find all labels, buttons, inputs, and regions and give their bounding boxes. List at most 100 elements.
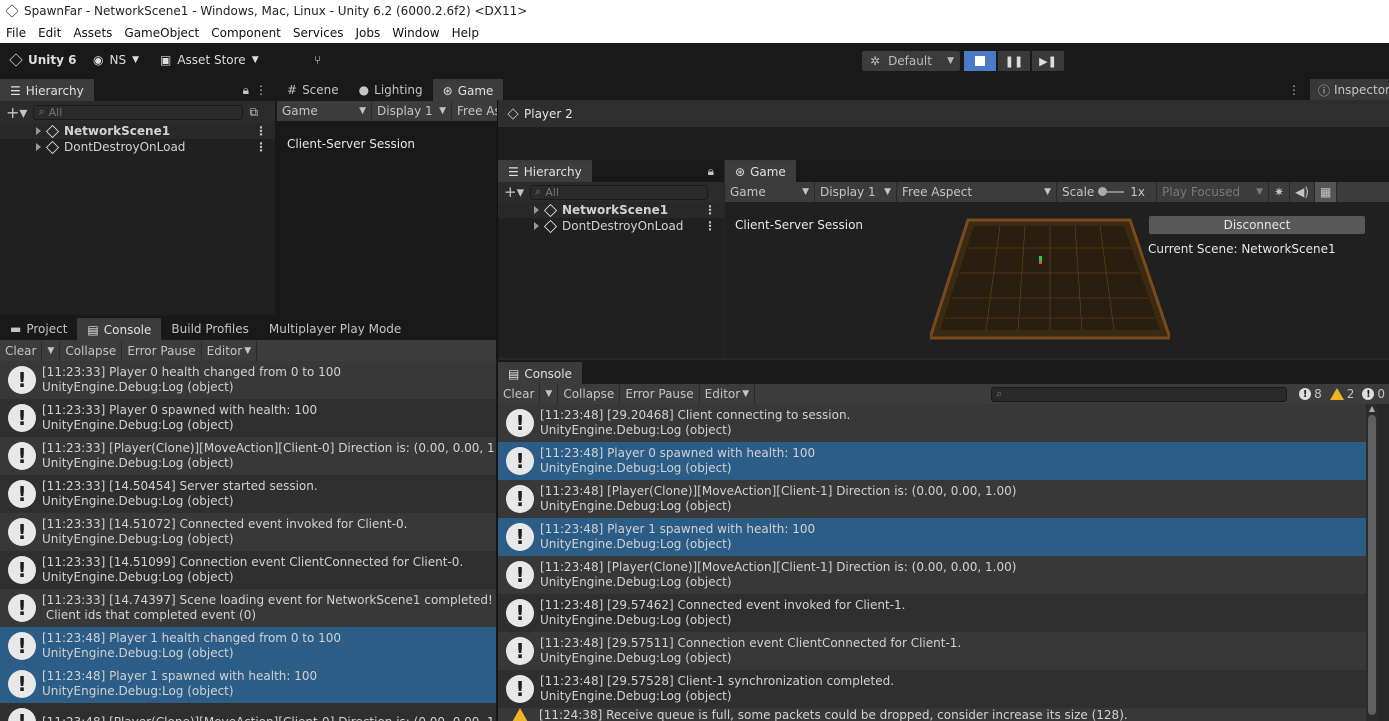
- console-log-row[interactable]: ! [11:23:48] Player 1 health changed from…: [0, 627, 496, 665]
- menu-window[interactable]: Window: [392, 26, 439, 40]
- menu-help[interactable]: Help: [452, 26, 479, 40]
- menu-services[interactable]: Services: [293, 26, 344, 40]
- game-view-dropdown[interactable]: Game ▼: [277, 101, 372, 121]
- tab-build-profiles[interactable]: Build Profiles: [161, 318, 259, 340]
- more-options-icon[interactable]: ⋮: [255, 140, 267, 154]
- hierarchy-item-networkscene1[interactable]: NetworkScene1 ⋮: [0, 123, 275, 139]
- stats-icon[interactable]: ▦: [1314, 182, 1338, 202]
- error-pause-button[interactable]: Error Pause: [122, 340, 202, 361]
- console-log-row[interactable]: ! [11:23:48] Player 0 spawned with health…: [498, 442, 1366, 480]
- console-log-row[interactable]: ! [11:23:33] [14.74397] Scene loading eve…: [0, 589, 496, 627]
- error-count-toggle[interactable]: ! 0: [1358, 387, 1389, 401]
- tab-lighting[interactable]: ● Lighting: [349, 79, 433, 101]
- menu-assets[interactable]: Assets: [73, 26, 112, 40]
- error-pause-button[interactable]: Error Pause: [620, 384, 700, 404]
- more-options-icon[interactable]: ⋮: [704, 219, 716, 233]
- aspect-dropdown[interactable]: Free As: [452, 101, 502, 121]
- lock-icon[interactable]: 🔒︎: [708, 164, 714, 179]
- menu-component[interactable]: Component: [211, 26, 281, 40]
- add-object-button[interactable]: +▾: [504, 183, 524, 201]
- collapse-button[interactable]: Collapse: [558, 384, 621, 404]
- display-dropdown[interactable]: Display 1 ▼: [372, 101, 452, 121]
- scale-slider[interactable]: Scale 1x: [1057, 182, 1157, 202]
- unity-cube-icon: [9, 53, 23, 67]
- clear-options-dropdown[interactable]: ▼: [42, 340, 61, 361]
- hierarchy-item-dontdestroyonload[interactable]: DontDestroyOnLoad ⋮: [498, 218, 724, 234]
- tab-project[interactable]: ▬ Project: [0, 318, 77, 340]
- play-button[interactable]: [964, 51, 996, 71]
- console-log-row[interactable]: ! [11:23:48] [29.20468] Client connecting…: [498, 404, 1366, 442]
- bug-icon[interactable]: ✷: [1269, 182, 1291, 202]
- console-log-row[interactable]: ! [11:23:33] Player 0 spawned with health…: [0, 399, 496, 437]
- scroll-up-icon[interactable]: ▲: [1366, 404, 1378, 413]
- menu-jobs[interactable]: Jobs: [356, 26, 381, 40]
- game-view-dropdown[interactable]: Game ▼: [725, 182, 815, 202]
- console-log-row[interactable]: ! [11:23:48] [Player(Clone)][MoveAction][…: [498, 556, 1366, 594]
- console-log-row[interactable]: ! [11:23:48] [29.57462] Connected event i…: [498, 594, 1366, 632]
- menu-file[interactable]: File: [6, 26, 26, 40]
- expand-arrow-icon[interactable]: [36, 143, 41, 151]
- console-log-row[interactable]: ! [11:23:33] [14.50454] Server started se…: [0, 475, 496, 513]
- aspect-dropdown[interactable]: Free Aspect ▼: [897, 182, 1057, 202]
- hierarchy-search-input[interactable]: ⌕ All: [530, 184, 709, 200]
- tab-console[interactable]: ▤ Console: [498, 362, 582, 384]
- editor-dropdown[interactable]: Editor ▼: [202, 340, 258, 361]
- hierarchy-item-dontdestroyonload[interactable]: DontDestroyOnLoad ⋮: [0, 139, 275, 155]
- console-log-row[interactable]: ! [11:23:48] [29.57511] Connection event …: [498, 632, 1366, 670]
- console-scrollbar[interactable]: ▲: [1366, 404, 1378, 721]
- scroll-thumb[interactable]: [1368, 415, 1376, 715]
- tab-hierarchy[interactable]: ☰ Hierarchy: [498, 160, 592, 182]
- console-log-row[interactable]: ! [11:23:33] [Player(Clone)][MoveAction][…: [0, 437, 496, 475]
- console-log-row[interactable]: ! [11:23:48] [Player(Clone)][MoveAction][…: [0, 703, 496, 721]
- more-options-icon[interactable]: ⋮: [255, 124, 267, 138]
- clear-button[interactable]: Clear: [0, 340, 43, 361]
- console-log-row[interactable]: ! [11:23:33] [14.51099] Connection event …: [0, 551, 496, 589]
- layout-dropdown[interactable]: ✲ Default ▼: [862, 51, 960, 71]
- asset-store-dropdown[interactable]: ▣ Asset Store ▼: [160, 53, 259, 67]
- disconnect-button[interactable]: Disconnect: [1148, 215, 1366, 235]
- hierarchy-item-networkscene1[interactable]: NetworkScene1 ⋮: [498, 202, 724, 218]
- collapse-button[interactable]: Collapse: [60, 340, 123, 361]
- version-control-icon[interactable]: ⑂: [314, 53, 321, 67]
- filter-icon[interactable]: ⧉: [249, 105, 258, 120]
- hierarchy-search-input[interactable]: ⌕ All: [33, 104, 244, 120]
- console-log-row[interactable]: ! [11:23:48] Player 1 spawned with health…: [498, 518, 1366, 556]
- console-log-row[interactable]: ! [11:23:33] [14.51072] Connected event i…: [0, 513, 496, 551]
- clear-options-dropdown[interactable]: ▼: [540, 384, 559, 404]
- console-log-row[interactable]: ! [11:23:48] [Player(Clone)][MoveAction][…: [498, 480, 1366, 518]
- console-search-input[interactable]: ⌕: [991, 386, 1288, 402]
- more-options-icon[interactable]: ⋮: [255, 83, 267, 97]
- tab-game[interactable]: ⊛ Game: [432, 79, 504, 101]
- console-log-row[interactable]: ! [11:23:33] Player 0 health changed from…: [0, 361, 496, 399]
- more-options-icon[interactable]: ⋮: [704, 203, 716, 217]
- display-dropdown[interactable]: Display 1 ▼: [815, 182, 897, 202]
- tab-game[interactable]: ⊛ Game: [725, 160, 796, 182]
- more-options-icon[interactable]: ⋮: [1288, 83, 1300, 97]
- warning-count-toggle[interactable]: 2: [1326, 387, 1359, 401]
- tab-multiplayer-play-mode[interactable]: Multiplayer Play Mode: [259, 318, 411, 340]
- expand-arrow-icon[interactable]: [36, 127, 41, 135]
- pause-button[interactable]: ❚❚: [998, 51, 1030, 71]
- console-warning-row[interactable]: [11:24:38] Receive queue is full, some p…: [498, 708, 1366, 721]
- add-object-button[interactable]: +▾: [6, 103, 27, 122]
- step-button[interactable]: ▶❚: [1032, 51, 1064, 71]
- slider-knob[interactable]: [1098, 187, 1125, 196]
- editor-dropdown[interactable]: Editor ▼: [700, 384, 756, 404]
- tab-console[interactable]: ▤ Console: [77, 318, 162, 340]
- unity-account-button[interactable]: Unity 6: [9, 53, 77, 67]
- play-focused-dropdown[interactable]: Play Focused ▼: [1157, 182, 1269, 202]
- clear-button[interactable]: Clear: [498, 384, 541, 404]
- tab-hierarchy[interactable]: ☰ Hierarchy: [0, 79, 94, 101]
- console-log-row[interactable]: ! [11:23:48] [29.57528] Client-1 synchron…: [498, 670, 1366, 708]
- tab-scene[interactable]: # Scene: [277, 79, 349, 101]
- account-dropdown[interactable]: ◉ NS ▼: [93, 53, 139, 67]
- menu-gameobject[interactable]: GameObject: [124, 26, 199, 40]
- console-log-row[interactable]: ! [11:23:48] Player 1 spawned with health…: [0, 665, 496, 703]
- tab-inspector[interactable]: ⓘ Inspector: [1310, 79, 1389, 101]
- audio-icon[interactable]: ◀): [1290, 182, 1315, 202]
- expand-arrow-icon[interactable]: [534, 206, 539, 214]
- expand-arrow-icon[interactable]: [534, 222, 539, 230]
- log-count-toggle[interactable]: ! 8: [1295, 387, 1326, 401]
- menu-edit[interactable]: Edit: [38, 26, 61, 40]
- lock-icon[interactable]: 🔒︎: [243, 83, 249, 98]
